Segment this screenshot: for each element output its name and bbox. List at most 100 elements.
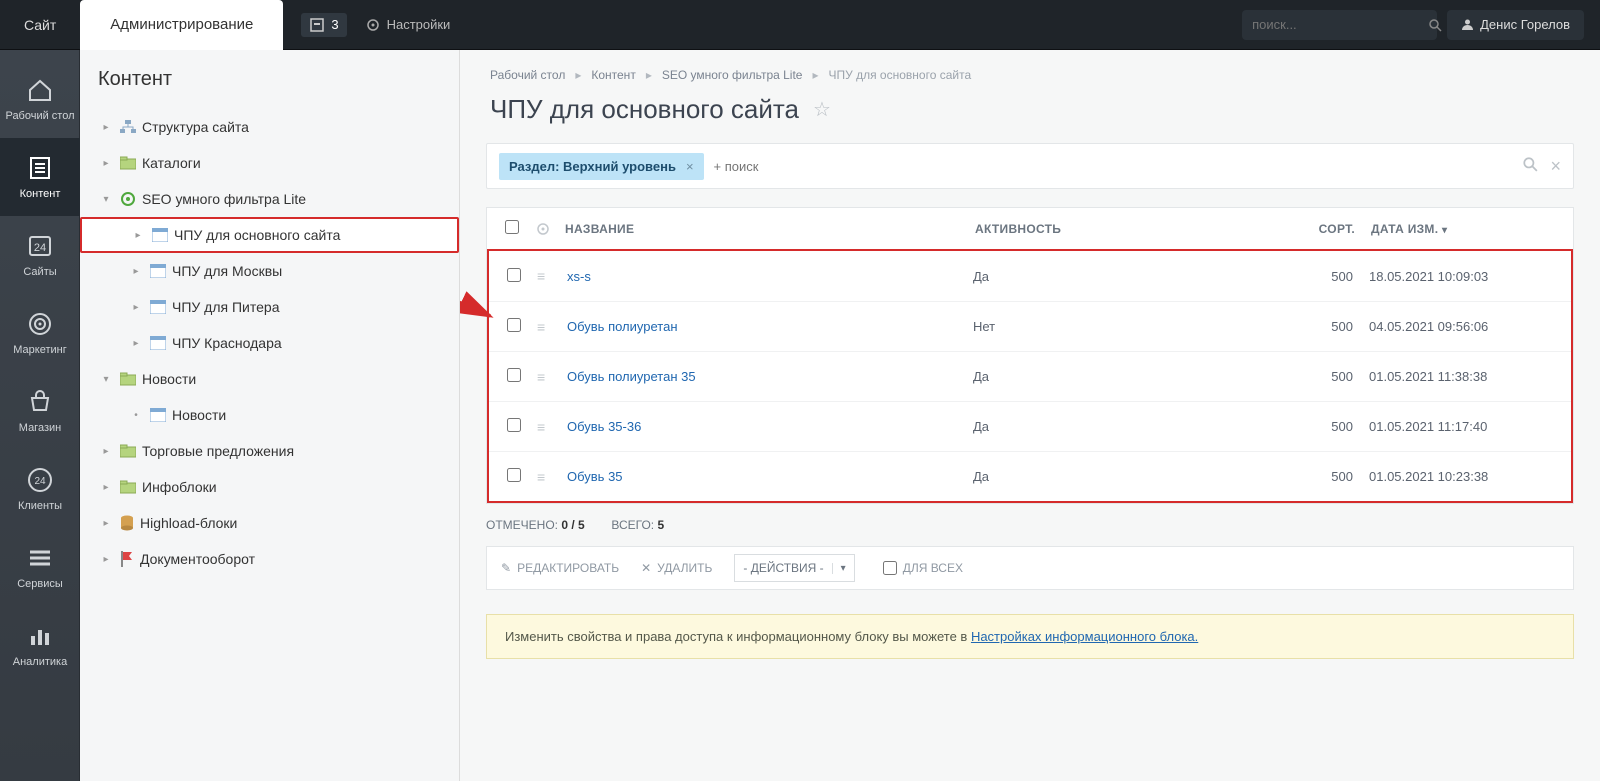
iconbar-label: Сайты [23, 266, 56, 278]
table-row[interactable]: ≡Обувь полиуретан 35Да50001.05.2021 11:3… [489, 351, 1571, 401]
iconbar-content[interactable]: Контент [0, 138, 80, 216]
search-box[interactable] [1242, 10, 1437, 40]
tree-item[interactable]: ▸ ЧПУ для основного сайта [80, 217, 459, 253]
chevron-down-icon[interactable]: ▾ [98, 194, 114, 205]
filter-chip[interactable]: Раздел: Верхний уровень × [499, 153, 704, 180]
gear-icon[interactable] [535, 221, 565, 237]
tree-item[interactable]: ▸Структура сайта [80, 109, 459, 145]
updates-count: 3 [331, 17, 338, 32]
page-title: ЧПУ для основного сайта [490, 94, 799, 125]
iconbar-label: Клиенты [18, 500, 62, 512]
tree-item[interactable]: •Новости [80, 397, 459, 433]
drag-handle-icon[interactable]: ≡ [537, 319, 567, 335]
col-name[interactable]: НАЗВАНИЕ [565, 222, 975, 236]
tree-item[interactable]: ▸Highload-блоки [80, 505, 459, 541]
tree-item[interactable]: ▸Каталоги [80, 145, 459, 181]
col-sort[interactable]: СОРТ. [1255, 222, 1355, 236]
tree-item[interactable]: ▸ЧПУ для Москвы [80, 253, 459, 289]
edit-button[interactable]: ✎ РЕДАКТИРОВАТЬ [501, 561, 619, 575]
table-row[interactable]: ≡Обувь 35-36Да50001.05.2021 11:17:40 [489, 401, 1571, 451]
row-name-link[interactable]: Обувь полиуретан 35 [567, 369, 696, 384]
row-name-link[interactable]: Обувь 35 [567, 469, 623, 484]
for-all-checkbox[interactable]: ДЛЯ ВСЕХ [883, 561, 963, 575]
chevron-right-icon[interactable]: ▸ [128, 266, 144, 277]
iconbar-sites[interactable]: 24 Сайты [0, 216, 80, 294]
tree-item[interactable]: ▸Торговые предложения [80, 433, 459, 469]
col-date[interactable]: ДАТА ИЗМ. ▾ [1355, 222, 1555, 236]
search-input[interactable] [1252, 17, 1428, 32]
delete-button[interactable]: ✕ УДАЛИТЬ [641, 561, 712, 575]
svg-text:24: 24 [34, 242, 46, 254]
chevron-right-icon[interactable]: ▸ [98, 554, 114, 565]
chevron-right-icon[interactable]: ▸ [98, 122, 114, 133]
clear-icon[interactable]: × [1550, 156, 1561, 177]
row-name-link[interactable]: Обувь полиуретан [567, 319, 678, 334]
drag-handle-icon[interactable]: ≡ [537, 469, 567, 485]
table-row[interactable]: ≡Обувь 35Да50001.05.2021 10:23:38 [489, 451, 1571, 501]
table-row[interactable]: ≡Обувь полиуретанНет50004.05.2021 09:56:… [489, 301, 1571, 351]
iconbar-marketing[interactable]: Маркетинг [0, 294, 80, 372]
actions-select[interactable]: - ДЕЙСТВИЯ - ▾ [734, 554, 854, 582]
filter-input[interactable] [714, 159, 1513, 174]
chevron-right-icon[interactable]: ▸ [130, 230, 146, 241]
chevron-right-icon[interactable]: ▸ [98, 446, 114, 457]
row-checkbox[interactable] [507, 268, 521, 282]
admin-tab[interactable]: Администрирование [80, 0, 283, 50]
iconbar-clients[interactable]: 24 Клиенты [0, 450, 80, 528]
iconbar-shop[interactable]: Магазин [0, 372, 80, 450]
search-icon[interactable] [1428, 18, 1442, 32]
tree-label: ЧПУ для основного сайта [174, 227, 340, 243]
site-tab[interactable]: Сайт [0, 0, 80, 50]
col-activity[interactable]: АКТИВНОСТЬ [975, 222, 1255, 236]
search-icon[interactable] [1522, 156, 1538, 177]
clients-icon: 24 [26, 466, 54, 494]
chevron-right-icon[interactable]: ▸ [98, 158, 114, 169]
drag-handle-icon[interactable]: ≡ [537, 268, 567, 284]
table-row[interactable]: ≡xs-sДа50018.05.2021 10:09:03 [489, 251, 1571, 301]
chevron-right-icon[interactable]: ▸ [128, 302, 144, 313]
favorite-icon[interactable]: ☆ [813, 97, 831, 122]
breadcrumb-link[interactable]: Рабочий стол [490, 68, 565, 82]
row-name-link[interactable]: xs-s [567, 269, 591, 284]
chevron-right-icon[interactable]: ▸ [128, 338, 144, 349]
services-icon [26, 544, 54, 572]
tree-item[interactable]: ▾SEO умного фильтра Lite [80, 181, 459, 217]
chevron-right-icon[interactable]: ▸ [98, 482, 114, 493]
tree-label: Инфоблоки [142, 479, 217, 495]
row-date: 01.05.2021 11:38:38 [1353, 369, 1553, 384]
chevron-right-icon[interactable]: ▸ [98, 518, 114, 529]
row-checkbox[interactable] [507, 318, 521, 332]
tree-item[interactable]: ▸ЧПУ для Питера [80, 289, 459, 325]
row-checkbox[interactable] [507, 418, 521, 432]
row-checkbox[interactable] [507, 468, 521, 482]
data-grid: НАЗВАНИЕ АКТИВНОСТЬ СОРТ. ДАТА ИЗМ. ▾ ≡x… [486, 207, 1574, 504]
iconbar-services[interactable]: Сервисы [0, 528, 80, 606]
chevron-down-icon[interactable]: ▾ [98, 374, 114, 385]
filter-bar: Раздел: Верхний уровень × × [486, 143, 1574, 189]
breadcrumb-link[interactable]: SEO умного фильтра Lite [662, 68, 803, 82]
row-active: Да [973, 269, 1253, 284]
iconbar-analytics[interactable]: Аналитика [0, 606, 80, 684]
tree: ▸Структура сайта▸Каталоги▾SEO умного фил… [80, 109, 459, 577]
user-menu[interactable]: Денис Горелов [1447, 10, 1584, 40]
row-checkbox[interactable] [507, 368, 521, 382]
tree-item[interactable]: ▸ Инфоблоки [80, 469, 459, 505]
close-icon[interactable]: × [686, 159, 694, 174]
tree-item[interactable]: ▾Новости [80, 361, 459, 397]
select-all-checkbox[interactable] [505, 220, 519, 234]
tree-item[interactable]: ▸ЧПУ Краснодара [80, 325, 459, 361]
updates-badge[interactable]: 3 [301, 13, 346, 37]
settings-button[interactable]: Настройки [365, 17, 451, 33]
iblock-icon [150, 336, 166, 350]
chevron-right-icon: ▸ [812, 68, 818, 82]
tree-item[interactable]: ▸Документооборот [80, 541, 459, 577]
notice: Изменить свойства и права доступа к инфо… [486, 614, 1574, 659]
iconbar-desktop[interactable]: Рабочий стол [0, 60, 80, 138]
drag-handle-icon[interactable]: ≡ [537, 419, 567, 435]
breadcrumb-link[interactable]: Контент [591, 68, 635, 82]
pencil-icon: ✎ [501, 561, 511, 575]
row-date: 04.05.2021 09:56:06 [1353, 319, 1553, 334]
notice-link[interactable]: Настройках информационного блока. [971, 629, 1198, 644]
row-name-link[interactable]: Обувь 35-36 [567, 419, 641, 434]
drag-handle-icon[interactable]: ≡ [537, 369, 567, 385]
